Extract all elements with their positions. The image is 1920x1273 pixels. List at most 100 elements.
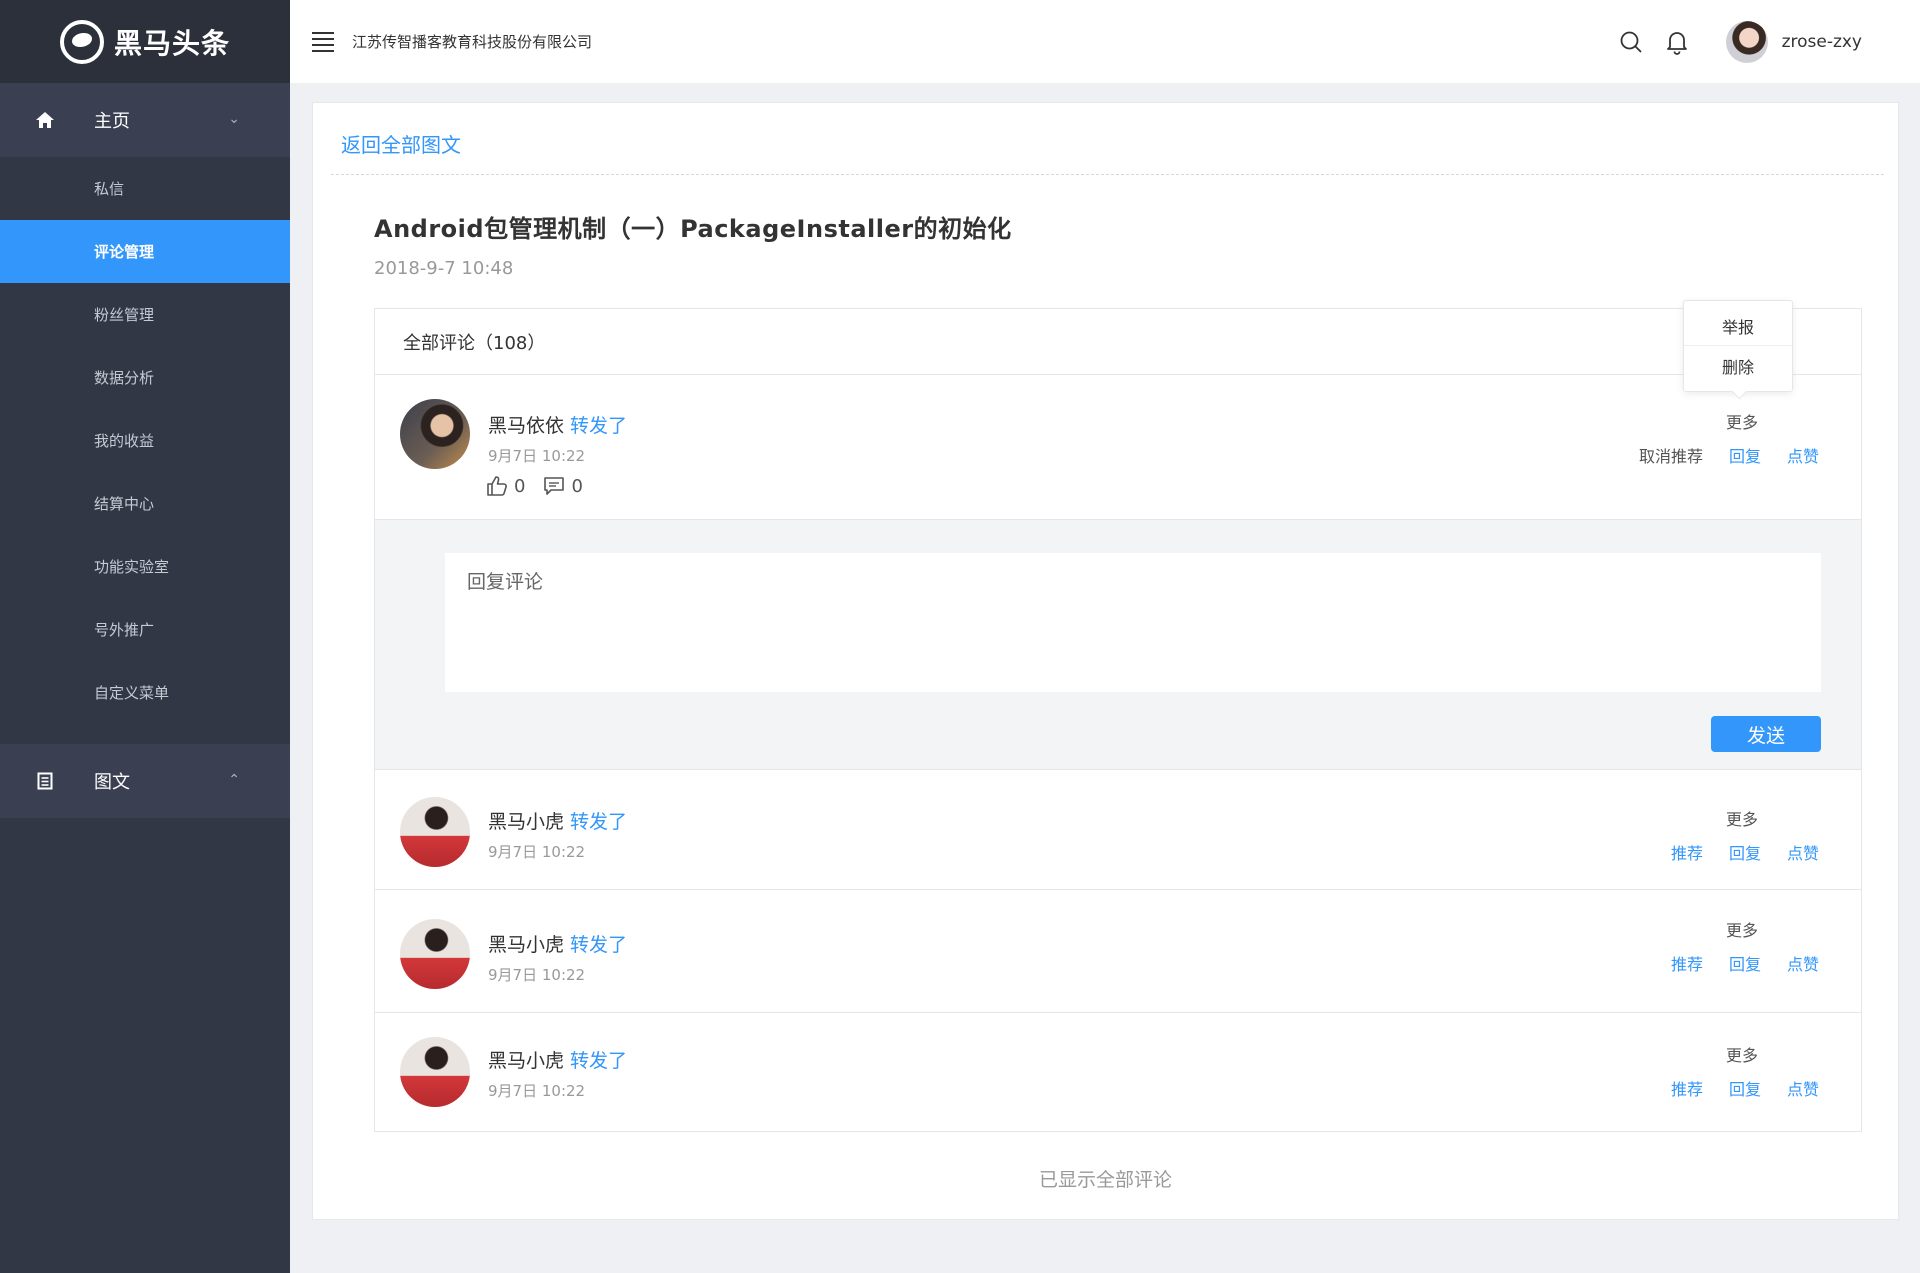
sidebar-group-home[interactable]: 主页 ⌄ xyxy=(0,83,290,157)
sidebar-item-earnings[interactable]: 我的收益 xyxy=(0,409,290,472)
thumbs-up-icon xyxy=(487,476,507,496)
commenter-name: 黑马依依 转发了 xyxy=(488,411,627,438)
comment-time: 9月7日 10:22 xyxy=(488,447,586,465)
more-button[interactable]: 更多 xyxy=(1726,806,1758,830)
company-name: 江苏传智播客教育科技股份有限公司 xyxy=(352,33,593,51)
comment-item: 黑马依依 转发了 9月7日 10:22 0 0 更多 取消推荐 回复 点赞 xyxy=(375,375,1861,520)
commenter-avatar xyxy=(400,797,470,867)
comment-item: 黑马小虎 转发了 9月7日 10:22 更多 推荐 回复 点赞 xyxy=(375,770,1861,890)
comment-item: 黑马小虎 转发了 9月7日 10:22 更多 推荐 回复 点赞 xyxy=(375,1013,1861,1131)
recommend-button[interactable]: 推荐 xyxy=(1671,1076,1703,1100)
comment-time: 9月7日 10:22 xyxy=(488,966,586,984)
sidebar-item-analytics[interactable]: 数据分析 xyxy=(0,346,290,409)
reply-button[interactable]: 回复 xyxy=(1729,1076,1761,1100)
sidebar-item-label: 评论管理 xyxy=(94,243,155,261)
commenter-avatar xyxy=(400,1037,470,1107)
top-header: 江苏传智播客教育科技股份有限公司 zrose-zxy xyxy=(290,0,1920,83)
comment-actions: 推荐 回复 点赞 xyxy=(1671,951,1819,975)
sidebar-item-custom-menu[interactable]: 自定义菜单 xyxy=(0,661,290,724)
more-button[interactable]: 更多 xyxy=(1726,409,1758,433)
more-button[interactable]: 更多 xyxy=(1726,1042,1758,1066)
forward-label[interactable]: 转发了 xyxy=(570,934,627,956)
username[interactable]: zrose-zxy xyxy=(1782,32,1862,52)
commenter-name-text: 黑马小虎 xyxy=(488,1050,565,1072)
menu-icon[interactable] xyxy=(312,31,334,52)
comment-icon xyxy=(544,477,565,495)
reply-count[interactable]: 0 xyxy=(543,475,583,497)
chevron-up-icon: ⌃ xyxy=(228,772,240,788)
main-panel: 返回全部图文 Android包管理机制（一）PackageInstaller的初… xyxy=(312,102,1899,1220)
brand-logo[interactable]: 黑马头条 xyxy=(0,0,290,83)
recommend-button[interactable]: 推荐 xyxy=(1671,951,1703,975)
chevron-down-icon: ⌄ xyxy=(228,111,240,127)
delete-menu-item[interactable]: 删除 xyxy=(1684,346,1792,385)
back-to-articles-link[interactable]: 返回全部图文 xyxy=(341,129,461,158)
comment-actions: 取消推荐 回复 点赞 xyxy=(1639,443,1819,467)
like-button[interactable]: 点赞 xyxy=(1787,951,1819,975)
recommend-button[interactable]: 推荐 xyxy=(1671,840,1703,864)
send-button[interactable]: 发送 xyxy=(1711,716,1821,752)
report-menu-item[interactable]: 举报 xyxy=(1684,307,1792,346)
bell-icon[interactable] xyxy=(1664,29,1690,55)
comment-time: 9月7日 10:22 xyxy=(488,1082,586,1100)
logo-icon xyxy=(59,19,104,64)
reply-button[interactable]: 回复 xyxy=(1729,840,1761,864)
search-icon[interactable] xyxy=(1618,29,1644,55)
reply-button[interactable]: 回复 xyxy=(1729,443,1761,467)
commenter-avatar xyxy=(400,919,470,989)
like-button[interactable]: 点赞 xyxy=(1787,840,1819,864)
unrecommend-button[interactable]: 取消推荐 xyxy=(1639,443,1703,467)
sidebar-item-label: 私信 xyxy=(94,180,125,198)
user-avatar[interactable] xyxy=(1725,20,1768,63)
sidebar: 黑马头条 主页 ⌄ 私信 评论管理 粉丝管理 数据分析 我的收益 结算中心 功能… xyxy=(0,0,290,1273)
reply-button[interactable]: 回复 xyxy=(1729,951,1761,975)
commenter-name-text: 黑马小虎 xyxy=(488,811,565,833)
commenter-name: 黑马小虎 转发了 xyxy=(488,807,627,834)
sidebar-item-messages[interactable]: 私信 xyxy=(0,157,290,220)
sidebar-item-promotion[interactable]: 号外推广 xyxy=(0,598,290,661)
document-icon xyxy=(34,770,56,792)
commenter-name-text: 黑马小虎 xyxy=(488,934,565,956)
comment-actions: 推荐 回复 点赞 xyxy=(1671,840,1819,864)
like-button[interactable]: 点赞 xyxy=(1787,1076,1819,1100)
comment-time: 9月7日 10:22 xyxy=(488,843,586,861)
sidebar-item-label: 数据分析 xyxy=(94,369,155,387)
reply-box: 发送 xyxy=(375,520,1861,770)
home-icon xyxy=(34,109,56,131)
commenter-name: 黑马小虎 转发了 xyxy=(488,930,627,957)
sidebar-item-label: 我的收益 xyxy=(94,432,155,450)
header-actions: zrose-zxy xyxy=(1598,0,1862,83)
sidebar-item-lab[interactable]: 功能实验室 xyxy=(0,535,290,598)
commenter-name: 黑马小虎 转发了 xyxy=(488,1046,627,1073)
sidebar-item-comments[interactable]: 评论管理 xyxy=(0,220,290,283)
sidebar-item-label: 功能实验室 xyxy=(94,558,170,576)
forward-label[interactable]: 转发了 xyxy=(570,415,627,437)
divider xyxy=(331,174,1884,175)
comments-list: 全部评论（108） 黑马依依 转发了 9月7日 10:22 0 0 更多 取消推荐… xyxy=(374,308,1862,1132)
sidebar-item-label: 粉丝管理 xyxy=(94,306,155,324)
more-dropdown: 举报 删除 xyxy=(1683,300,1793,392)
comments-header: 全部评论（108） xyxy=(375,309,1861,375)
sidebar-item-fans[interactable]: 粉丝管理 xyxy=(0,283,290,346)
comment-stats: 0 0 xyxy=(486,475,601,497)
forward-label[interactable]: 转发了 xyxy=(570,1050,627,1072)
like-button[interactable]: 点赞 xyxy=(1787,443,1819,467)
like-count-value: 0 xyxy=(514,475,526,497)
reply-count-value: 0 xyxy=(571,475,583,497)
sidebar-group-label: 主页 xyxy=(94,111,130,132)
sidebar-item-label: 号外推广 xyxy=(94,621,155,639)
comment-actions: 推荐 回复 点赞 xyxy=(1671,1076,1819,1100)
sidebar-item-label: 结算中心 xyxy=(94,495,155,513)
sidebar-group-articles[interactable]: 图文 ⌃ xyxy=(0,744,290,818)
like-count[interactable]: 0 xyxy=(486,475,525,497)
commenter-avatar xyxy=(400,399,470,469)
forward-label[interactable]: 转发了 xyxy=(570,811,627,833)
sidebar-group-label: 图文 xyxy=(94,772,130,793)
more-button[interactable]: 更多 xyxy=(1726,917,1758,941)
reply-input[interactable] xyxy=(445,553,1821,692)
sidebar-item-label: 自定义菜单 xyxy=(94,684,170,702)
comment-item: 黑马小虎 转发了 9月7日 10:22 更多 推荐 回复 点赞 xyxy=(375,890,1861,1013)
article-title: Android包管理机制（一）PackageInstaller的初始化 xyxy=(374,215,1012,243)
commenter-name-text: 黑马依依 xyxy=(488,415,565,437)
sidebar-item-settlement[interactable]: 结算中心 xyxy=(0,472,290,535)
